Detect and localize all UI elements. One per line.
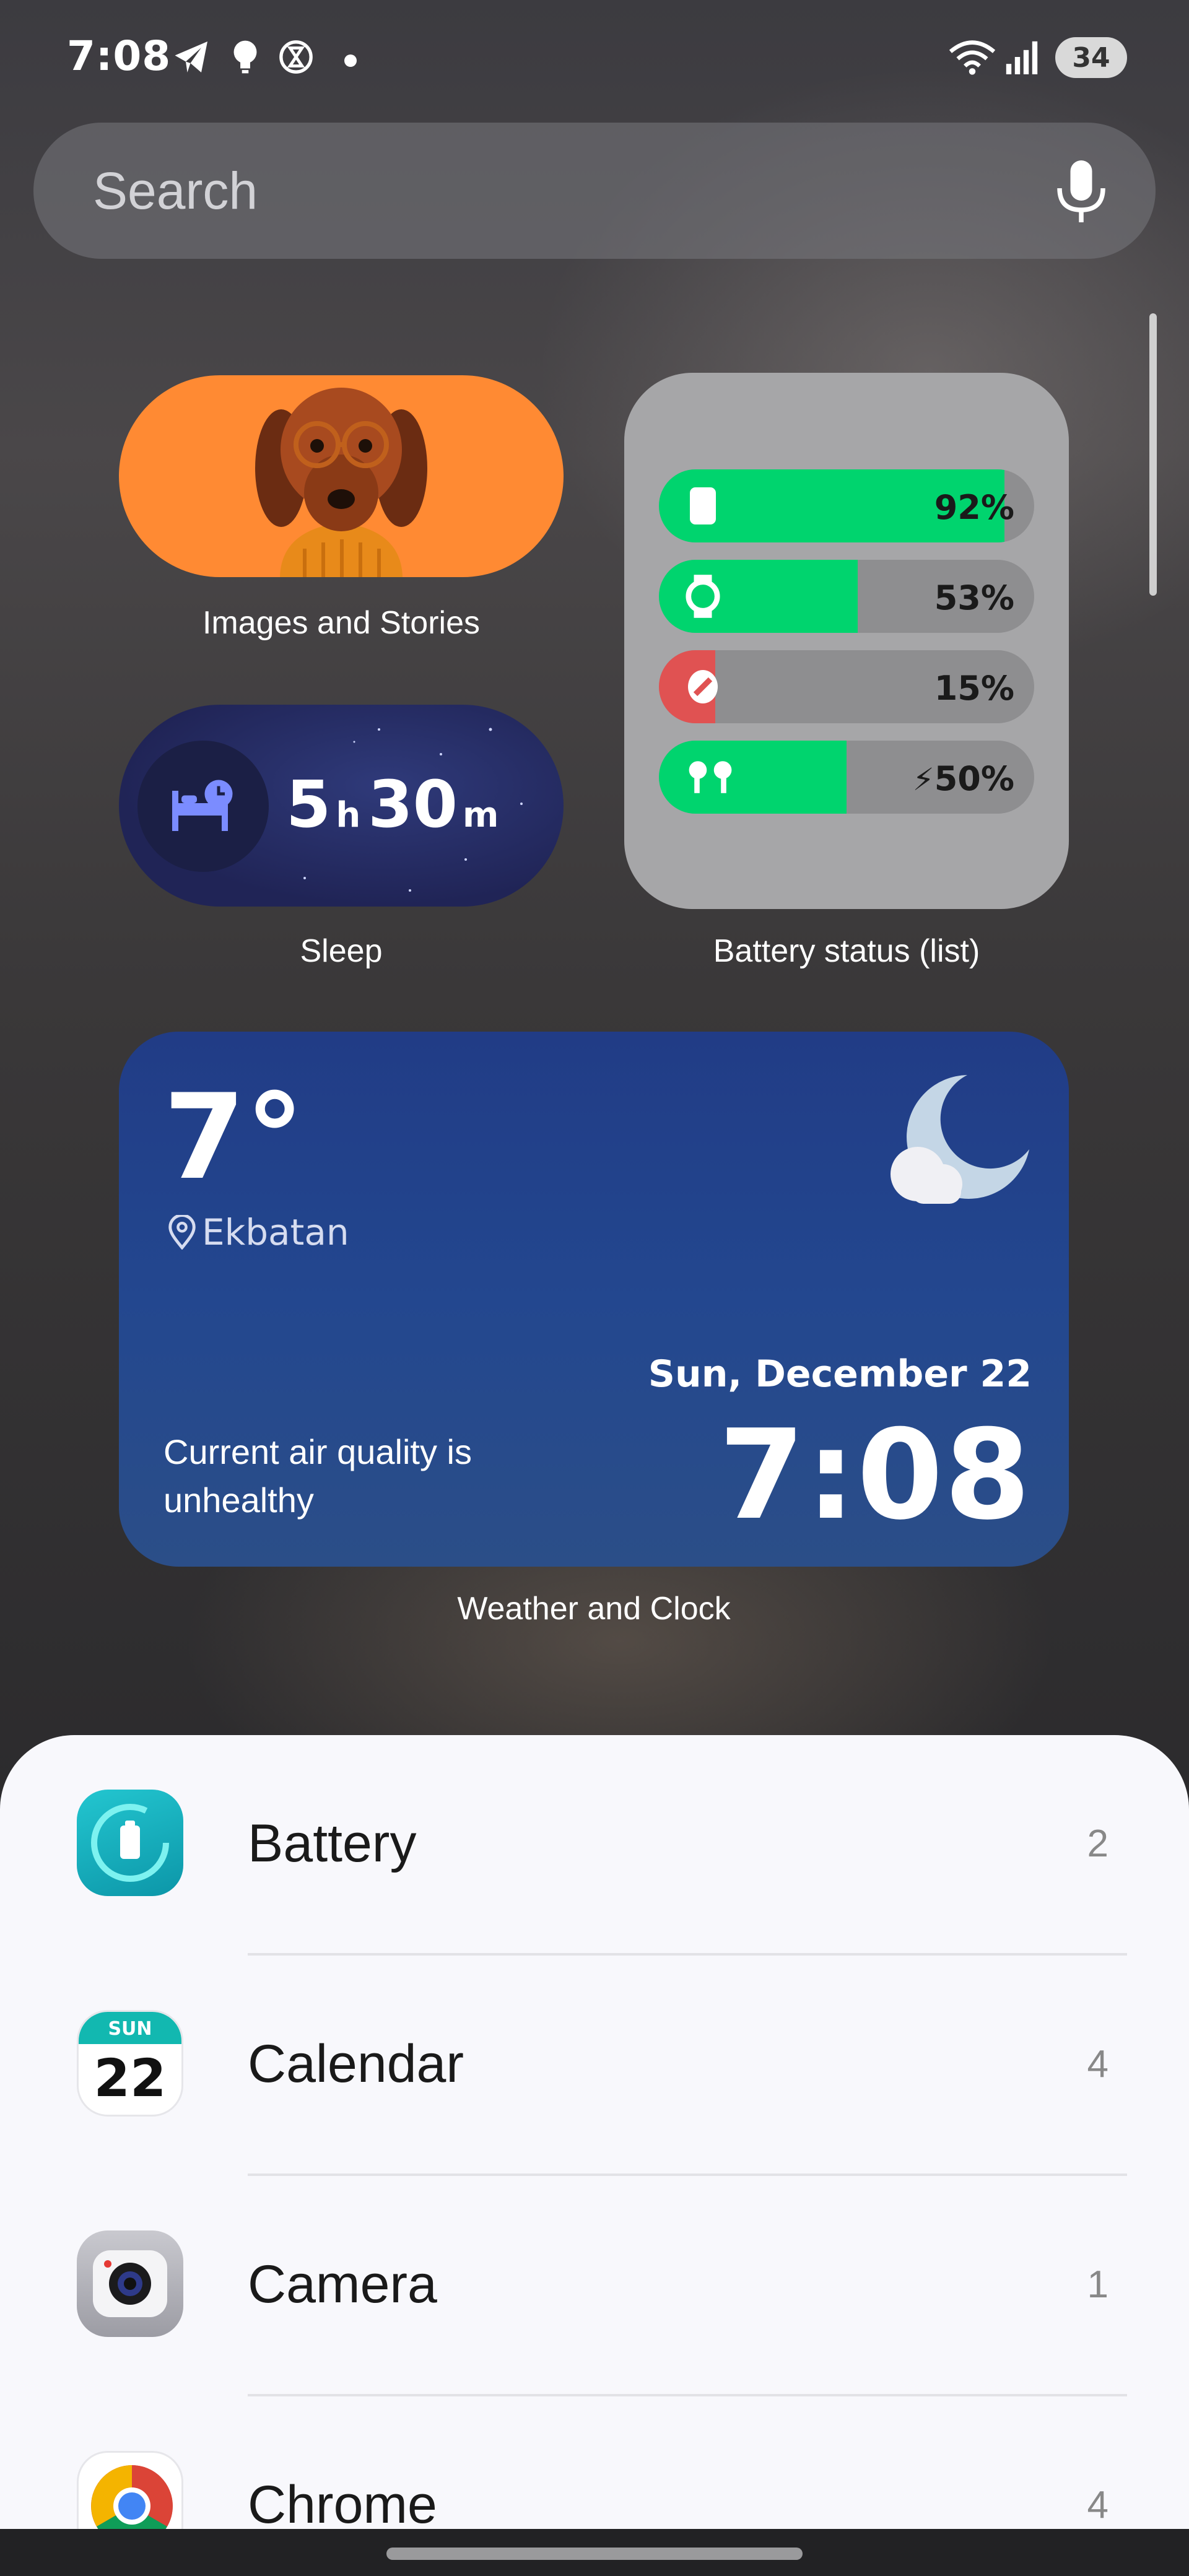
sleep-duration: 5 h 30 m	[286, 767, 506, 842]
images-stories-label: Images and Stories	[202, 605, 481, 641]
telegram-icon	[173, 38, 211, 76]
date: Sun, December 22	[648, 1352, 1032, 1396]
app-count: 4	[1087, 2043, 1108, 2086]
gesture-handle[interactable]	[386, 2548, 803, 2560]
calendar-app-icon: SUN 22	[77, 2010, 183, 2117]
hourglass-icon	[277, 38, 315, 76]
status-bar: 7:08 34	[0, 25, 1189, 87]
sleep-label: Sleep	[300, 933, 383, 969]
app-name: Battery	[248, 1814, 417, 1873]
battery-app-icon	[77, 1790, 183, 1896]
battery-row-earbud: 15%	[659, 650, 1034, 723]
list-item-camera[interactable]: Camera 1	[0, 2176, 1189, 2396]
sleep-hours: 5	[286, 767, 331, 842]
status-time: 7:08	[67, 32, 172, 80]
location-name: Ekbatan	[202, 1211, 349, 1253]
air-quality-text: Current air quality is unhealthy	[163, 1432, 472, 1520]
sleep-minutes-unit: m	[462, 795, 499, 835]
phone-icon	[682, 485, 723, 526]
app-count: 1	[1087, 2263, 1108, 2306]
battery-status-widget[interactable]: 92% 53% 15% ⚡50%	[624, 373, 1069, 909]
clock-time: 7:08	[718, 1403, 1032, 1547]
battery-percent: 92%	[934, 488, 1014, 527]
battery-indicator: 34	[1055, 37, 1127, 78]
images-stories-widget[interactable]	[119, 375, 564, 577]
chrome-app-icon	[77, 2451, 183, 2529]
sleep-icon	[137, 741, 269, 872]
app-count: 4	[1087, 2484, 1108, 2526]
camera-app-icon	[77, 2230, 183, 2337]
battery-row-watch: 53%	[659, 560, 1034, 633]
earbuds-icon	[682, 757, 738, 798]
calendar-icon-day: SUN	[79, 2012, 181, 2044]
battery-row-phone: 92%	[659, 469, 1034, 542]
moon-cloud-icon	[874, 1063, 1035, 1211]
dog-image	[255, 388, 427, 577]
battery-percent: 15%	[934, 669, 1014, 708]
battery-percent: 53%	[934, 578, 1014, 617]
sleep-minutes: 30	[368, 767, 458, 842]
search-bar[interactable]: Search	[33, 123, 1156, 259]
sleep-hours-unit: h	[336, 795, 361, 835]
signal-icon	[1003, 38, 1040, 76]
app-list-sheet: Battery 2 SUN 22 Calendar 4 Camera 1 Chr…	[0, 1735, 1189, 2529]
earbud-icon	[682, 666, 723, 707]
list-item-chrome[interactable]: Chrome 4	[0, 2396, 1189, 2529]
app-name: Camera	[248, 2255, 437, 2314]
watch-icon	[682, 575, 723, 618]
notification-dot	[344, 54, 357, 67]
list-item-battery[interactable]: Battery 2	[0, 1735, 1189, 1956]
location: Ekbatan	[168, 1211, 349, 1253]
weather-clock-label: Weather and Clock	[457, 1591, 731, 1627]
list-item-calendar[interactable]: SUN 22 Calendar 4	[0, 1956, 1189, 2176]
charging-icon: ⚡	[912, 762, 934, 798]
search-input[interactable]: Search	[93, 161, 258, 221]
app-count: 2	[1087, 1822, 1108, 1865]
scrollbar[interactable]	[1149, 313, 1157, 596]
battery-status-label: Battery status (list)	[713, 933, 980, 969]
bulb-icon	[227, 38, 264, 76]
weather-clock-widget[interactable]: 7° Ekbatan Sun, December 22 7:08 Current…	[119, 1032, 1069, 1567]
app-name: Calendar	[248, 2034, 464, 2094]
wifi-icon	[947, 38, 997, 76]
mic-icon[interactable]	[1050, 157, 1112, 225]
sleep-widget[interactable]: 5 h 30 m	[119, 705, 564, 907]
temperature: 7°	[163, 1069, 305, 1206]
battery-percent-value: 50%	[934, 759, 1014, 798]
location-pin-icon	[168, 1215, 196, 1250]
app-name: Chrome	[248, 2475, 437, 2529]
battery-row-earbuds: ⚡50%	[659, 741, 1034, 814]
calendar-icon-date: 22	[94, 2048, 167, 2108]
battery-percent: ⚡50%	[913, 759, 1014, 798]
